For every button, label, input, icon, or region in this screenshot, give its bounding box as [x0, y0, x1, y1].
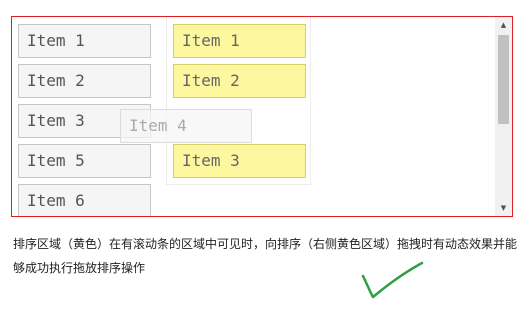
- description-text: 排序区域（黄色）在有滚动条的区域中可见时，向排序（右侧黄色区域）拖拽时有动态效果…: [13, 237, 518, 275]
- vertical-scrollbar[interactable]: ▲ ▼: [495, 17, 512, 216]
- dragging-item[interactable]: Item 4: [120, 109, 252, 143]
- list-item[interactable]: Item 5: [18, 144, 151, 178]
- sortable-item[interactable]: Item 3: [173, 144, 306, 178]
- sortable-item[interactable]: Item 2: [173, 64, 306, 98]
- sortable-item[interactable]: Item 1: [173, 24, 306, 58]
- scroll-up-icon[interactable]: ▲: [495, 17, 512, 33]
- list-item[interactable]: Item 1: [18, 24, 151, 58]
- list-item[interactable]: Item 6: [18, 184, 151, 216]
- scroll-thumb[interactable]: [498, 35, 509, 124]
- checkmark-icon: [361, 261, 424, 299]
- list-item[interactable]: Item 2: [18, 64, 151, 98]
- scroll-down-icon[interactable]: ▼: [495, 200, 512, 216]
- scroll-container[interactable]: Item 1 Item 2 Item 3 Item 5 Item 6 Item …: [11, 16, 513, 217]
- sortable-list: Item 1 Item 2 Item 3: [166, 17, 311, 185]
